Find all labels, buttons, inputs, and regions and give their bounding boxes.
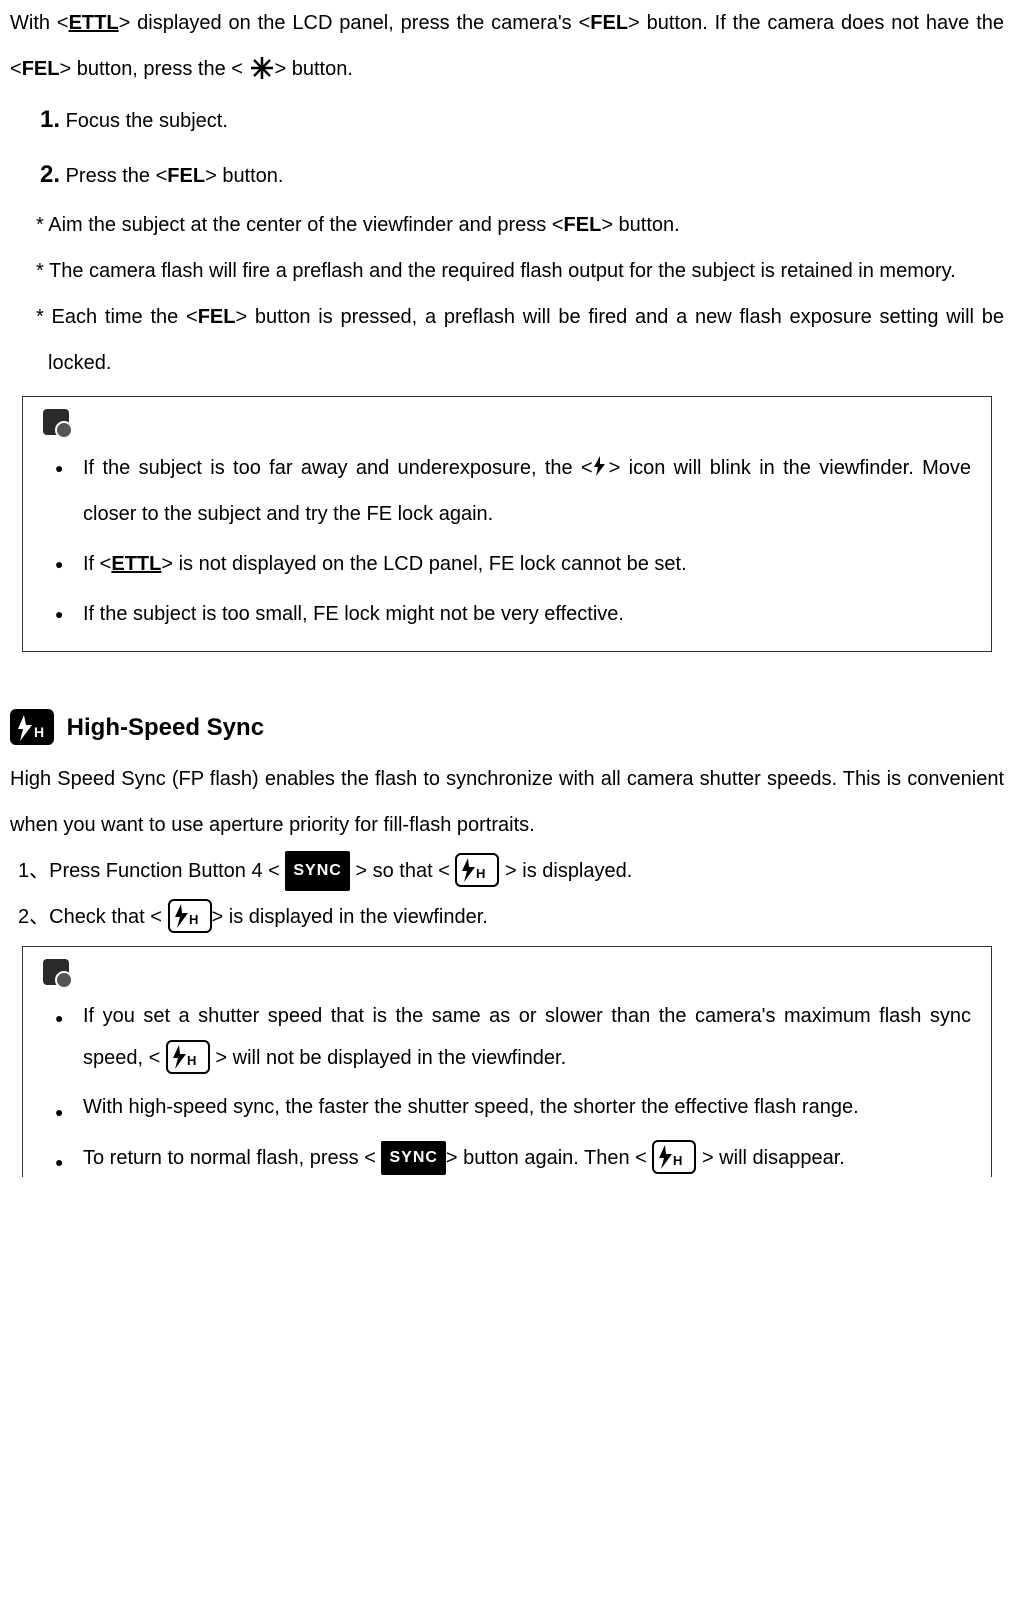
note-icon-row xyxy=(43,959,971,991)
text: > is not displayed on the LCD panel, FE … xyxy=(161,553,686,575)
fel-label: FEL xyxy=(198,306,236,328)
text: > will disappear. xyxy=(696,1147,844,1169)
text: > button again. Then < xyxy=(446,1147,652,1169)
hss-heading-icon xyxy=(10,709,54,745)
text: > displayed on the LCD panel, press the … xyxy=(119,12,591,34)
step-text: Focus the subject. xyxy=(60,110,228,132)
note-icon-row xyxy=(43,409,971,441)
step-2-sub-1: * Aim the subject at the center of the v… xyxy=(10,202,1004,248)
step-1: 1. Focus the subject. xyxy=(10,92,1004,147)
text: > is displayed in the viewfinder. xyxy=(212,906,488,928)
text: 1、Press Function Button 4 < xyxy=(18,860,285,882)
hss-indicator-icon xyxy=(652,1140,696,1174)
note-box-1: If the subject is too far away and under… xyxy=(22,396,992,652)
text: High Speed Sync (FP flash) enables the f… xyxy=(10,768,1004,836)
text: If the subject is too far away and under… xyxy=(83,457,593,479)
hss-indicator-icon xyxy=(455,853,499,887)
note-2-item-3: To return to normal flash, press < SYNC>… xyxy=(49,1139,971,1177)
text: 2、Check that < xyxy=(18,906,168,928)
star-icon xyxy=(249,52,275,78)
sync-label-icon: SYNC xyxy=(381,1141,445,1175)
fel-label: FEL xyxy=(590,12,628,34)
hss-indicator-icon xyxy=(166,1040,210,1074)
text: > button, press the < xyxy=(59,58,242,80)
ettl-label: ETTL xyxy=(69,12,119,34)
text: * Aim the subject at the center of the v… xyxy=(36,214,564,236)
step-2-sub-3: * Each time the <FEL> button is pressed,… xyxy=(10,294,1004,386)
fel-label: FEL xyxy=(564,214,602,236)
text: If the subject is too small, FE lock mig… xyxy=(83,603,624,625)
document-page: With <ETTL> displayed on the LCD panel, … xyxy=(10,0,1004,1177)
ettl-label: ETTL xyxy=(111,553,161,575)
note-icon xyxy=(43,959,69,985)
sync-label-icon: SYNC xyxy=(285,851,349,892)
text: > so that < xyxy=(350,860,456,882)
text: > will not be displayed in the viewfinde… xyxy=(210,1047,566,1069)
text: > button. xyxy=(205,165,283,187)
note-2-item-2: With high-speed sync, the faster the shu… xyxy=(49,1089,971,1125)
text: > button. xyxy=(275,58,353,80)
text: With < xyxy=(10,12,69,34)
text: > is displayed. xyxy=(499,860,632,882)
note-2-list: If you set a shutter speed that is the s… xyxy=(43,995,971,1177)
note-icon xyxy=(43,409,69,435)
text: * Each time the < xyxy=(36,306,198,328)
hss-heading: High-Speed Sync xyxy=(10,700,1004,755)
step-2: 2. Press the <FEL> button. xyxy=(10,147,1004,202)
note-1-item-3: If the subject is too small, FE lock mig… xyxy=(49,591,971,637)
flash-icon xyxy=(593,449,609,471)
note-1-list: If the subject is too far away and under… xyxy=(43,445,971,637)
note-1-item-2: If <ETTL> is not displayed on the LCD pa… xyxy=(49,541,971,587)
hss-step-1: 1、Press Function Button 4 < SYNC > so th… xyxy=(10,848,1004,894)
hss-description: High Speed Sync (FP flash) enables the f… xyxy=(10,756,1004,848)
note-box-2: If you set a shutter speed that is the s… xyxy=(22,946,992,1177)
text: With high-speed sync, the faster the shu… xyxy=(83,1096,859,1118)
text: If < xyxy=(83,553,111,575)
fel-label: FEL xyxy=(167,165,205,187)
step-number: 2. xyxy=(40,161,60,188)
text: Press the < xyxy=(60,165,167,187)
intro-paragraph: With <ETTL> displayed on the LCD panel, … xyxy=(10,0,1004,92)
hss-step-2: 2、Check that < > is displayed in the vie… xyxy=(10,894,1004,940)
text: * The camera flash will fire a preflash … xyxy=(36,260,956,282)
text: > button. xyxy=(601,214,679,236)
step-2-sub-2: * The camera flash will fire a preflash … xyxy=(10,248,1004,294)
step-number: 1. xyxy=(40,106,60,133)
hss-title: High-Speed Sync xyxy=(67,714,264,741)
note-2-item-1: If you set a shutter speed that is the s… xyxy=(49,995,971,1079)
hss-indicator-icon xyxy=(168,899,212,933)
fel-label: FEL xyxy=(22,58,60,80)
text: To return to normal flash, press < xyxy=(83,1147,381,1169)
note-1-item-1: If the subject is too far away and under… xyxy=(49,445,971,537)
